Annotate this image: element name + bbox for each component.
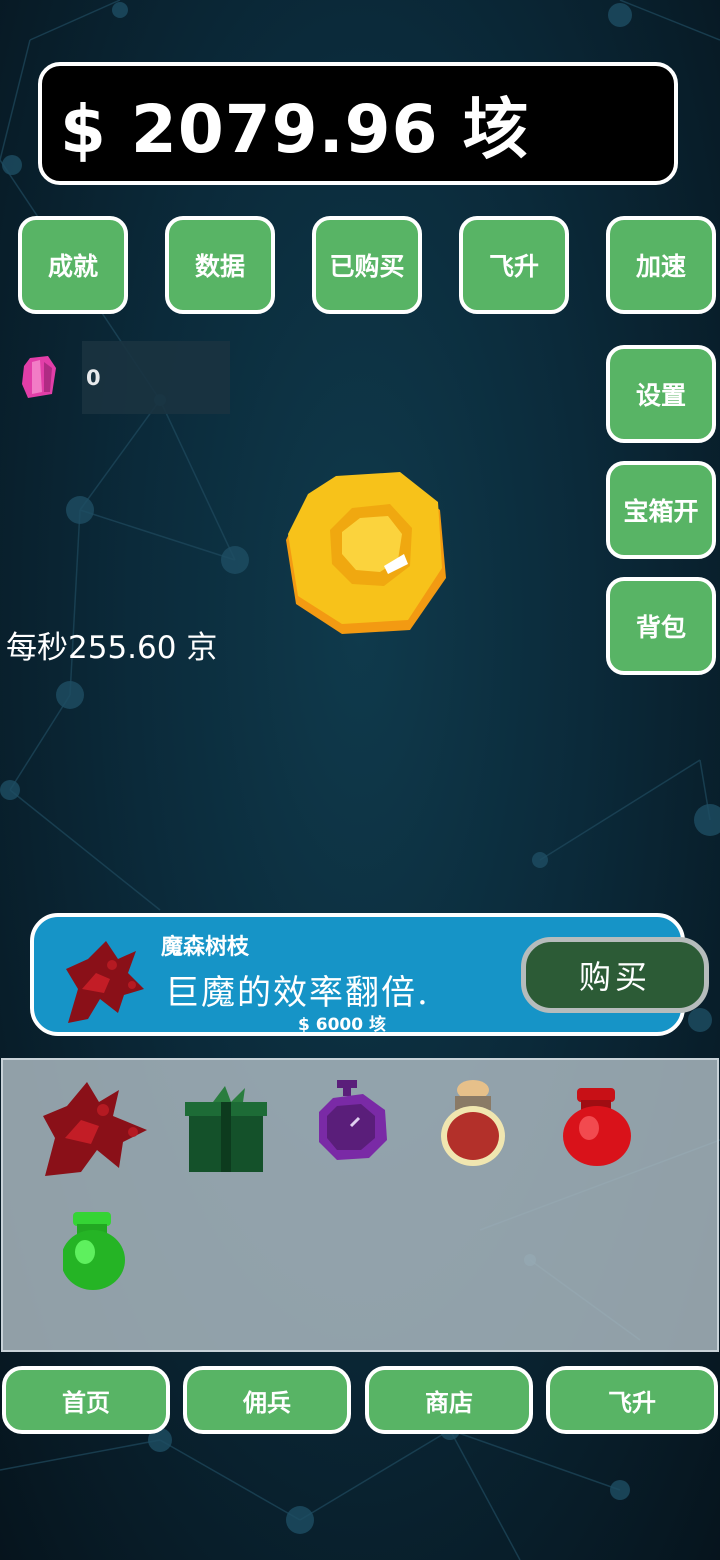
nav-mercenaries-button[interactable]: 佣兵: [183, 1366, 351, 1434]
stats-label: 数据: [194, 252, 245, 281]
money-amount: $ 2079.96 垓: [60, 90, 530, 168]
open-chest-label: 宝箱开: [623, 497, 699, 526]
speed-up-button[interactable]: 加速: [606, 216, 716, 314]
achievements-button[interactable]: 成就: [18, 216, 128, 314]
speed-up-label: 加速: [635, 252, 686, 281]
ascend-label: 飞升: [488, 252, 539, 281]
offer-title: 魔森树枝: [161, 934, 250, 960]
red-jar-icon[interactable]: [563, 1080, 675, 1190]
money-display: $ 2079.96 垓: [38, 62, 678, 185]
earnings-rate: 每秒255.60 京: [6, 630, 218, 666]
offer-description: 巨魔的效率翻倍.: [165, 973, 430, 1013]
gold-coin-icon[interactable]: [280, 470, 452, 638]
purchased-label: 已购买: [329, 252, 405, 281]
buy-button[interactable]: 购买: [521, 937, 709, 1013]
ascend-button[interactable]: 飞升: [459, 216, 569, 314]
nav-ascend-button[interactable]: 飞升: [546, 1366, 718, 1434]
nav-home-button[interactable]: 首页: [2, 1366, 170, 1434]
purple-stopwatch-icon[interactable]: [313, 1076, 425, 1186]
gem-count: 0: [86, 365, 101, 390]
stats-button[interactable]: 数据: [165, 216, 275, 314]
gem-counter: 0: [82, 341, 230, 414]
inventory-panel: [1, 1058, 719, 1352]
red-potion-jar-icon[interactable]: [437, 1080, 549, 1190]
open-chest-button[interactable]: 宝箱开: [606, 461, 716, 559]
nav-shop-label: 商店: [425, 1387, 473, 1417]
settings-button[interactable]: 设置: [606, 345, 716, 443]
nav-ascend-label: 飞升: [608, 1387, 656, 1417]
green-gift-icon[interactable]: [183, 1080, 295, 1190]
nav-shop-button[interactable]: 商店: [365, 1366, 533, 1434]
buy-label: 购买: [578, 958, 651, 996]
settings-label: 设置: [635, 381, 686, 410]
green-jar-icon[interactable]: [63, 1208, 175, 1318]
offer-price: $ 6000 垓: [298, 1015, 386, 1035]
demon-branch-icon[interactable]: [41, 1072, 153, 1182]
backpack-button[interactable]: 背包: [606, 577, 716, 675]
backpack-label: 背包: [635, 613, 686, 642]
purchased-button[interactable]: 已购买: [312, 216, 422, 314]
pink-gem-icon: [22, 356, 56, 398]
demon-branch-icon: [66, 941, 144, 1023]
nav-mercenaries-label: 佣兵: [243, 1387, 291, 1417]
nav-home-label: 首页: [62, 1387, 110, 1417]
achievements-label: 成就: [47, 252, 98, 281]
